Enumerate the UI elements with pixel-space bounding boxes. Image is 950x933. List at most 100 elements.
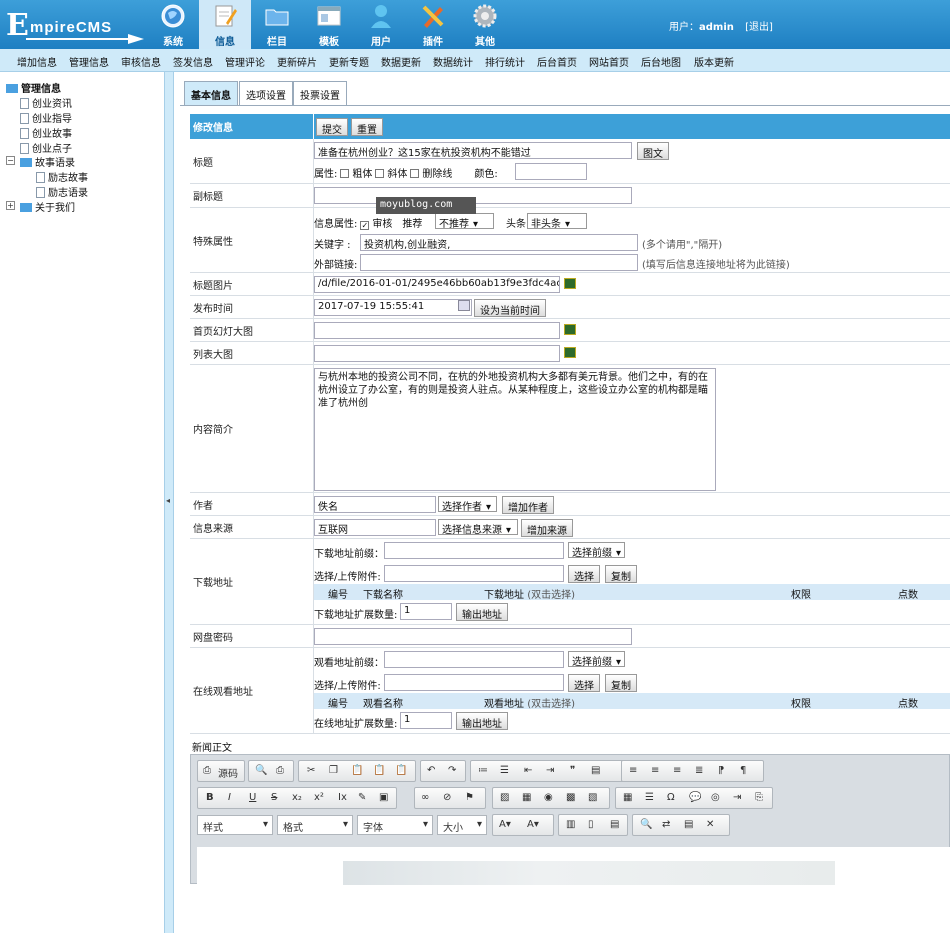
keywords-input[interactable]: 投资机构,创业融资, xyxy=(360,234,638,251)
watch-prefix-select[interactable]: 选择前缀 xyxy=(568,651,625,668)
size-combo[interactable]: 大小 ▾ xyxy=(437,815,487,835)
tab-vote[interactable]: 投票设置 xyxy=(293,81,347,105)
collapse-toggle[interactable]: − xyxy=(6,156,15,165)
format-combo[interactable]: 格式 ▾ xyxy=(277,815,353,835)
image-text-button[interactable]: 图文 xyxy=(637,142,669,160)
subnav-update-topics[interactable]: 更新专题 xyxy=(329,54,369,69)
tree-item[interactable]: 创业点子 xyxy=(20,140,72,155)
topnav-user[interactable]: 用户 xyxy=(355,0,407,49)
tree-item[interactable]: 创业指导 xyxy=(20,110,72,125)
download-prefix-input[interactable] xyxy=(384,542,564,559)
reset-button[interactable]: 重置 xyxy=(351,118,383,136)
author-input[interactable]: 佚名 xyxy=(314,496,436,513)
choose-author-select[interactable]: 选择作者 xyxy=(438,496,497,513)
tab-options[interactable]: 选项设置 xyxy=(239,81,293,105)
preview-print-group[interactable]: 🔍 ⎙ xyxy=(248,760,294,782)
submit-button[interactable]: 提交 xyxy=(316,118,348,136)
titlepic-input[interactable]: /d/file/2016-01-01/2495e46bb60ab13f9e3fd… xyxy=(314,276,560,293)
topnav-plugin[interactable]: 插件 xyxy=(407,0,459,49)
subnav-data-update[interactable]: 数据更新 xyxy=(381,54,421,69)
tree-item[interactable]: 创业资讯 xyxy=(20,95,72,110)
source-button[interactable]: ⎙ 源码 xyxy=(197,760,245,782)
align-group[interactable]: ≡ ≡ ≡ ≣ ⁋ ¶ xyxy=(621,760,764,782)
add-source-button[interactable]: 增加来源 xyxy=(521,519,573,537)
bold-checkbox[interactable] xyxy=(340,169,350,178)
subnav-sign-info[interactable]: 签发信息 xyxy=(173,54,213,69)
download-file-input[interactable] xyxy=(384,565,564,582)
logout-link[interactable]: [退出] xyxy=(745,22,773,33)
style-combo[interactable]: 样式 ▾ xyxy=(197,815,273,835)
source-input[interactable]: 互联网 xyxy=(314,519,436,536)
summary-textarea[interactable]: 与杭州本地的投资公司不同，在杭的外地投资机构大多都有美元背景。他们之中，有的在杭… xyxy=(314,368,716,491)
choose-source-select[interactable]: 选择信息来源 xyxy=(438,519,518,536)
expand-toggle[interactable]: + xyxy=(6,201,15,210)
topnav-system[interactable]: 系统 xyxy=(147,0,199,49)
tree-group[interactable]: 关于我们 xyxy=(20,199,75,214)
online-output-button[interactable]: 输出地址 xyxy=(456,712,508,730)
list-image-input[interactable] xyxy=(314,345,560,362)
tools-group[interactable]: 🔍 ⇄ ▤ ✕ xyxy=(632,814,730,836)
image-picker-icon[interactable] xyxy=(564,278,576,289)
subnav-admin-map[interactable]: 后台地图 xyxy=(641,54,681,69)
tree-group[interactable]: 故事语录 xyxy=(20,154,75,169)
page-group[interactable]: ▥ ▯ ▤ xyxy=(558,814,628,836)
color-group[interactable]: A▾ A▾ xyxy=(492,814,554,836)
pubtime-input[interactable]: 2017-07-19 15:55:41 xyxy=(314,299,472,316)
download-output-button[interactable]: 输出地址 xyxy=(456,603,508,621)
tree-item[interactable]: 创业故事 xyxy=(20,125,72,140)
download-copy-button[interactable]: 复制 xyxy=(605,565,637,583)
topnav-other[interactable]: 其他 xyxy=(459,0,511,49)
topnav-column[interactable]: 栏目 xyxy=(251,0,303,49)
set-now-button[interactable]: 设为当前时间 xyxy=(474,299,546,317)
pan-password-input[interactable] xyxy=(314,628,632,645)
subnav-admin-home[interactable]: 后台首页 xyxy=(537,54,577,69)
list-indent-group[interactable]: ≔ ☰ ⇤ ⇥ ❞ ▤ xyxy=(470,760,638,782)
watch-prefix-input[interactable] xyxy=(384,651,564,668)
recommend-select[interactable]: 不推荐 xyxy=(435,213,494,230)
calendar-icon[interactable] xyxy=(458,300,470,311)
topnav-info[interactable]: 信息 xyxy=(199,0,251,49)
color-input[interactable] xyxy=(515,163,587,180)
image-picker-icon[interactable] xyxy=(564,347,576,358)
add-author-button[interactable]: 增加作者 xyxy=(502,496,554,514)
tree-root[interactable]: 管理信息 xyxy=(6,80,61,95)
subnav-update-fragments[interactable]: 更新碎片 xyxy=(277,54,317,69)
subnav-manage-info[interactable]: 管理信息 xyxy=(69,54,109,69)
text-style-group[interactable]: B I U Sx₂ x² Ix ✎ ▣ xyxy=(197,787,397,809)
sidebar-splitter[interactable]: ◂ xyxy=(164,72,174,933)
slide-image-input[interactable] xyxy=(314,322,560,339)
online-ext-count-input[interactable]: 1 xyxy=(400,712,452,729)
download-ext-count-input[interactable]: 1 xyxy=(400,603,452,620)
clipboard-group[interactable]: ✂ ❐ 📋 📋 📋 xyxy=(298,760,416,782)
image-picker-icon[interactable] xyxy=(564,324,576,335)
subnav-audit-info[interactable]: 审核信息 xyxy=(121,54,161,69)
subnav-manage-comments[interactable]: 管理评论 xyxy=(225,54,265,69)
headline-select[interactable]: 非头条 xyxy=(527,213,587,230)
watch-file-input[interactable] xyxy=(384,674,564,691)
audit-checkbox[interactable] xyxy=(360,221,370,230)
strike-checkbox[interactable] xyxy=(410,169,420,178)
subnav-data-stats[interactable]: 数据统计 xyxy=(433,54,473,69)
insert-group[interactable]: ▨ ▦ ◉ ▩ ▧ xyxy=(492,787,610,809)
extlink-input[interactable] xyxy=(360,254,638,271)
italic-checkbox[interactable] xyxy=(375,169,385,178)
undo-redo-group[interactable]: ↶ ↷ xyxy=(420,760,466,782)
tab-basic[interactable]: 基本信息 xyxy=(184,81,238,105)
watch-choose-button[interactable]: 选择 xyxy=(568,674,600,692)
subnav-rank-stats[interactable]: 排行统计 xyxy=(485,54,525,69)
topnav-template[interactable]: 模板 xyxy=(303,0,355,49)
font-combo[interactable]: 字体 ▾ xyxy=(357,815,433,835)
table-special-group[interactable]: ▦ ☰ Ω 💬 ◎ ⇥ ⎘ xyxy=(615,787,773,809)
collapse-arrow-icon[interactable]: ◂ xyxy=(166,496,170,505)
subnav-add-info[interactable]: 增加信息 xyxy=(17,54,57,69)
download-prefix-select[interactable]: 选择前缀 xyxy=(568,542,625,559)
title-input[interactable]: 准备在杭州创业？这15家在杭投资机构不能错过 xyxy=(314,142,632,159)
download-choose-button[interactable]: 选择 xyxy=(568,565,600,583)
subnav-version-update[interactable]: 版本更新 xyxy=(694,54,734,69)
link-group[interactable]: ∞ ⊘ ⚑ xyxy=(414,787,486,809)
tree-item[interactable]: 励志故事 xyxy=(36,169,88,184)
watch-copy-button[interactable]: 复制 xyxy=(605,674,637,692)
editor-content-area[interactable] xyxy=(197,847,950,885)
subnav-site-home[interactable]: 网站首页 xyxy=(589,54,629,69)
tree-item[interactable]: 励志语录 xyxy=(36,184,88,199)
